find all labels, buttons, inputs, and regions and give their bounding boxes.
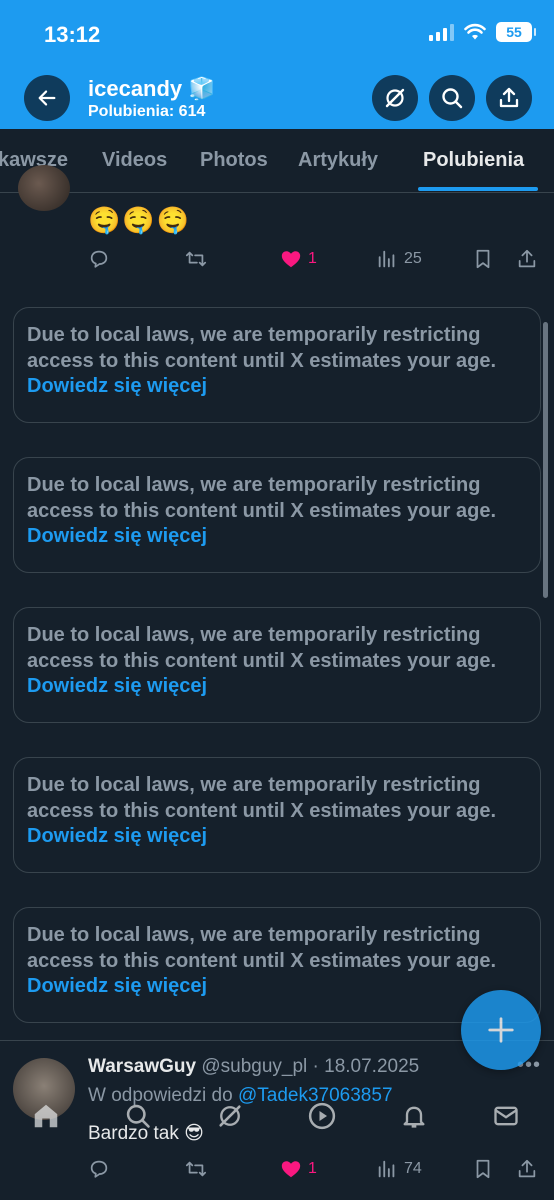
status-icons: 55 bbox=[429, 22, 536, 42]
bookmark-button[interactable] bbox=[472, 248, 494, 270]
restricted-content-notice: Due to local laws, we are temporarily re… bbox=[13, 907, 541, 1023]
views-button[interactable]: 25 bbox=[376, 248, 422, 270]
grok-icon bbox=[385, 88, 405, 108]
restricted-content-notice: Due to local laws, we are temporarily re… bbox=[13, 607, 541, 723]
grok-icon bbox=[219, 1105, 241, 1127]
views-icon bbox=[378, 250, 395, 268]
view-count: 74 bbox=[404, 1160, 422, 1177]
restricted-text: Due to local laws, we are temporarily re… bbox=[27, 324, 497, 372]
retweet-icon bbox=[185, 1161, 207, 1177]
active-tab-indicator bbox=[418, 187, 538, 191]
views-button[interactable]: 74 bbox=[376, 1158, 422, 1180]
plus-icon bbox=[488, 1017, 514, 1043]
grok-button[interactable] bbox=[372, 75, 418, 121]
tab-likes[interactable]: Polubienia bbox=[423, 149, 524, 172]
mail-icon bbox=[494, 1106, 518, 1126]
status-time: 13:12 bbox=[44, 22, 101, 47]
heart-icon bbox=[281, 251, 301, 268]
learn-more-link[interactable]: Dowiedz się więcej bbox=[27, 825, 207, 847]
restricted-text: Due to local laws, we are temporarily re… bbox=[27, 474, 497, 522]
bookmark-button[interactable] bbox=[472, 1158, 494, 1180]
reply-button[interactable] bbox=[88, 1158, 110, 1180]
battery-indicator: 55 bbox=[496, 22, 536, 42]
nav-messages[interactable] bbox=[488, 1098, 524, 1134]
share-icon bbox=[518, 249, 536, 268]
profile-tabs: kawsze Videos Photos Artykuły Polubienia bbox=[0, 129, 554, 193]
learn-more-link[interactable]: Dowiedz się więcej bbox=[27, 375, 207, 397]
share-profile-button[interactable] bbox=[486, 75, 532, 121]
bottom-navigation bbox=[0, 1088, 554, 1146]
profile-header: 13:12 55 icecandy 🧊 Polubienia: 614 bbox=[0, 0, 554, 129]
retweet-icon bbox=[185, 251, 207, 267]
share-button[interactable] bbox=[516, 248, 538, 270]
tweet-actions: 1 74 bbox=[88, 1154, 538, 1184]
retweet-button[interactable] bbox=[184, 248, 208, 270]
like-button[interactable]: 1 bbox=[280, 248, 317, 270]
restricted-content-notice: Due to local laws, we are temporarily re… bbox=[13, 307, 541, 423]
search-icon bbox=[442, 88, 463, 109]
search-button[interactable] bbox=[429, 75, 475, 121]
nav-media[interactable] bbox=[304, 1098, 340, 1134]
restricted-text: Due to local laws, we are temporarily re… bbox=[27, 924, 497, 972]
home-icon bbox=[34, 1104, 58, 1128]
tab-photos[interactable]: Photos bbox=[200, 149, 268, 172]
restricted-text: Due to local laws, we are temporarily re… bbox=[27, 774, 497, 822]
back-arrow-icon bbox=[38, 90, 56, 106]
tweet-header: WarsawGuy @subguy_pl · 18.07.2025 bbox=[88, 1056, 419, 1078]
like-count: 1 bbox=[308, 250, 317, 267]
profile-name-text: icecandy bbox=[88, 76, 183, 101]
like-count: 1 bbox=[308, 1160, 317, 1177]
nav-search[interactable] bbox=[120, 1098, 156, 1134]
ice-cube-emoji: 🧊 bbox=[188, 76, 216, 101]
reply-icon bbox=[90, 250, 108, 268]
compose-button[interactable] bbox=[461, 990, 541, 1070]
tweet-actions: 1 25 bbox=[88, 244, 538, 274]
retweet-button[interactable] bbox=[184, 1158, 208, 1180]
back-button[interactable] bbox=[24, 75, 70, 121]
views-icon bbox=[378, 1160, 395, 1178]
bookmark-icon bbox=[476, 249, 490, 269]
tab-articles[interactable]: Artykuły bbox=[298, 149, 378, 172]
nav-notifications[interactable] bbox=[396, 1098, 432, 1134]
share-icon bbox=[499, 87, 519, 108]
tab-videos[interactable]: Videos bbox=[102, 149, 167, 172]
view-count: 25 bbox=[404, 250, 422, 267]
share-icon bbox=[518, 1159, 536, 1178]
bell-icon bbox=[403, 1106, 425, 1128]
learn-more-link[interactable]: Dowiedz się więcej bbox=[27, 675, 207, 697]
nav-grok[interactable] bbox=[212, 1098, 248, 1134]
like-button[interactable]: 1 bbox=[280, 1158, 317, 1180]
author-name[interactable]: WarsawGuy bbox=[88, 1056, 196, 1077]
restricted-content-notice: Due to local laws, we are temporarily re… bbox=[13, 457, 541, 573]
bookmark-icon bbox=[476, 1159, 490, 1179]
reply-icon bbox=[90, 1160, 108, 1178]
restricted-text: Due to local laws, we are temporarily re… bbox=[27, 624, 497, 672]
profile-name: icecandy 🧊 bbox=[88, 76, 216, 102]
avatar[interactable] bbox=[18, 165, 70, 211]
scrollbar[interactable] bbox=[543, 322, 548, 598]
nav-home[interactable] bbox=[28, 1098, 64, 1134]
learn-more-link[interactable]: Dowiedz się więcej bbox=[27, 975, 207, 997]
heart-icon bbox=[281, 1161, 301, 1178]
signal-icon bbox=[429, 23, 454, 41]
wifi-icon bbox=[464, 23, 486, 40]
restricted-content-notice: Due to local laws, we are temporarily re… bbox=[13, 757, 541, 873]
tweet-text: 🤤🤤🤤 bbox=[88, 205, 192, 235]
play-icon bbox=[308, 1102, 336, 1130]
search-icon bbox=[126, 1104, 150, 1128]
share-button[interactable] bbox=[516, 1158, 538, 1180]
likes-count: Polubienia: 614 bbox=[88, 103, 206, 120]
reply-button[interactable] bbox=[88, 248, 110, 270]
learn-more-link[interactable]: Dowiedz się więcej bbox=[27, 525, 207, 547]
author-handle-date: @subguy_pl · 18.07.2025 bbox=[201, 1056, 420, 1077]
